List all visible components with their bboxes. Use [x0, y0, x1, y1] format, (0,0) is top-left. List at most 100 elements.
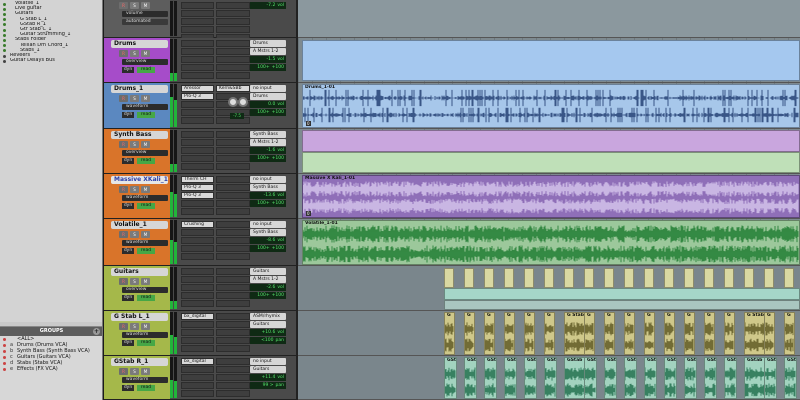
- track-header-synthbass[interactable]: Synth Bass R S Moverview dyn read Synth Bass A …: [104, 129, 298, 174]
- insert-slot[interactable]: bx_digital: [181, 313, 214, 320]
- insert-slot[interactable]: [181, 382, 214, 389]
- send-slot[interactable]: [216, 147, 250, 154]
- volume-readout[interactable]: +100 100+: [250, 200, 286, 207]
- folder-clip[interactable]: [302, 130, 800, 152]
- send-slot[interactable]: [216, 292, 250, 299]
- pan-knob[interactable]: [228, 97, 238, 107]
- input-selector[interactable]: Guitars: [250, 268, 286, 275]
- record-button[interactable]: R: [119, 323, 128, 330]
- visibility-dot-icon[interactable]: [3, 2, 6, 6]
- send-slot[interactable]: [216, 155, 250, 162]
- send-slot[interactable]: [216, 337, 250, 344]
- audio-clip[interactable]: GSt: [544, 357, 557, 399]
- folder-clip[interactable]: [764, 268, 774, 288]
- volume-readout[interactable]: vol +10.6: [250, 329, 286, 336]
- insert-slot[interactable]: [181, 300, 214, 307]
- insert-slot[interactable]: [181, 321, 214, 328]
- insert-slot[interactable]: [181, 276, 214, 283]
- track-view-selector[interactable]: waveform: [122, 195, 168, 201]
- audio-clip[interactable]: GSt: [684, 357, 697, 399]
- insert-slot[interactable]: [181, 10, 214, 17]
- insert-slot[interactable]: [181, 390, 214, 397]
- send-slot[interactable]: [216, 10, 250, 17]
- record-button[interactable]: R: [119, 186, 128, 193]
- insert-slot[interactable]: [181, 117, 214, 124]
- insert-slot[interactable]: [181, 163, 214, 170]
- track-name[interactable]: Drums: [111, 40, 168, 48]
- solo-button[interactable]: S: [130, 50, 139, 57]
- audio-clip[interactable]: Volatile_1-01: [302, 220, 800, 265]
- insert-slot[interactable]: [181, 131, 214, 138]
- output-selector[interactable]: Synth Bass: [250, 229, 286, 236]
- audio-clip[interactable]: GSt: [664, 357, 677, 399]
- insert-slot[interactable]: Crushing: [181, 221, 214, 228]
- send-slot[interactable]: [216, 229, 250, 236]
- folder-clip[interactable]: [444, 268, 454, 288]
- visibility-dot-icon[interactable]: [3, 23, 6, 27]
- track-name[interactable]: Guitars: [111, 268, 168, 276]
- audio-clip[interactable]: G: [764, 312, 775, 355]
- send-slot[interactable]: [216, 374, 250, 381]
- automation-mode[interactable]: read: [137, 340, 155, 346]
- folder-clip[interactable]: [664, 268, 674, 288]
- automation-mode[interactable]: automated: [122, 19, 168, 25]
- timeline-lane[interactable]: Massive X Kali_1-01 0: [298, 174, 800, 219]
- audio-clip[interactable]: G: [544, 312, 555, 355]
- output-selector[interactable]: Synth Bass: [250, 184, 286, 191]
- audio-clip[interactable]: Drums_1-01 0: [302, 84, 800, 128]
- send-slot[interactable]: [216, 268, 250, 275]
- folder-clip[interactable]: [744, 268, 754, 288]
- folder-clip[interactable]: [684, 268, 694, 288]
- folder-clip[interactable]: [724, 268, 734, 288]
- visibility-dot-icon[interactable]: [3, 49, 6, 53]
- audio-clip[interactable]: GSt: [784, 357, 797, 399]
- track-name[interactable]: Volatile_1: [111, 221, 168, 229]
- record-button[interactable]: R: [119, 278, 128, 285]
- volume-readout[interactable]: vol -1.6: [250, 147, 286, 154]
- insert-slot[interactable]: [181, 345, 214, 352]
- track-name[interactable]: Drums_1: [111, 85, 168, 93]
- send-slot[interactable]: [216, 253, 250, 260]
- track-header-guitars[interactable]: Guitars R S Moverview dyn read Guitars A Mstrs …: [104, 266, 298, 311]
- visibility-dot-icon[interactable]: [3, 7, 6, 11]
- insert-slot[interactable]: Pro-Q 3: [181, 93, 214, 100]
- track-view-selector[interactable]: waveform: [122, 104, 168, 110]
- output-selector[interactable]: Guitars: [250, 366, 286, 373]
- audio-clip[interactable]: GSt: [464, 357, 477, 399]
- folder-clip[interactable]: [564, 268, 574, 288]
- send-slot[interactable]: [216, 208, 250, 215]
- insert-slot[interactable]: Pro-Q 3: [181, 184, 214, 191]
- track-header-gstabr[interactable]: GStab R_1 R S Mwaveform dyn read bx_digital no …: [104, 356, 298, 400]
- output-selector[interactable]: A Mstrs 1-2: [250, 139, 286, 146]
- insert-slot[interactable]: [181, 2, 214, 9]
- track-name[interactable]: Massive XKali_1: [111, 176, 168, 184]
- audio-clip[interactable]: GSt: [584, 357, 597, 399]
- track-view-selector[interactable]: waveform: [122, 377, 168, 383]
- playlist-button[interactable]: dyn: [122, 248, 134, 254]
- output-selector[interactable]: Guitars: [250, 321, 286, 328]
- record-button[interactable]: R: [119, 50, 128, 57]
- send-slot[interactable]: [216, 390, 250, 397]
- volume-readout[interactable]: vol 0.0: [250, 101, 286, 108]
- playlist-button[interactable]: dyn: [122, 295, 134, 301]
- playlist-button[interactable]: dyn: [122, 112, 134, 118]
- send-slot[interactable]: [216, 313, 250, 320]
- track-name[interactable]: GStab R_1: [111, 358, 168, 366]
- automation-mode[interactable]: read: [137, 295, 155, 301]
- folder-clip[interactable]: [604, 268, 614, 288]
- timeline-lane[interactable]: GSt GSt GSt GSt GSt GSt GStab R GSt GSt GSt GSt GSt…: [298, 356, 800, 400]
- mute-button[interactable]: M: [141, 50, 150, 57]
- audio-clip[interactable]: GSt: [484, 357, 497, 399]
- send-slot[interactable]: [216, 163, 250, 170]
- send-slot[interactable]: [216, 176, 250, 183]
- send-slot[interactable]: [216, 237, 250, 244]
- folder-clip[interactable]: [784, 268, 794, 288]
- insert-slot[interactable]: [181, 48, 214, 55]
- solo-button[interactable]: S: [130, 323, 139, 330]
- playlist-button[interactable]: dyn: [122, 340, 134, 346]
- send-slot[interactable]: [216, 26, 250, 33]
- folder-clip[interactable]: [444, 288, 800, 300]
- insert-slot[interactable]: [181, 237, 214, 244]
- automation-mode[interactable]: read: [137, 158, 155, 164]
- add-group-button[interactable]: +: [93, 328, 100, 335]
